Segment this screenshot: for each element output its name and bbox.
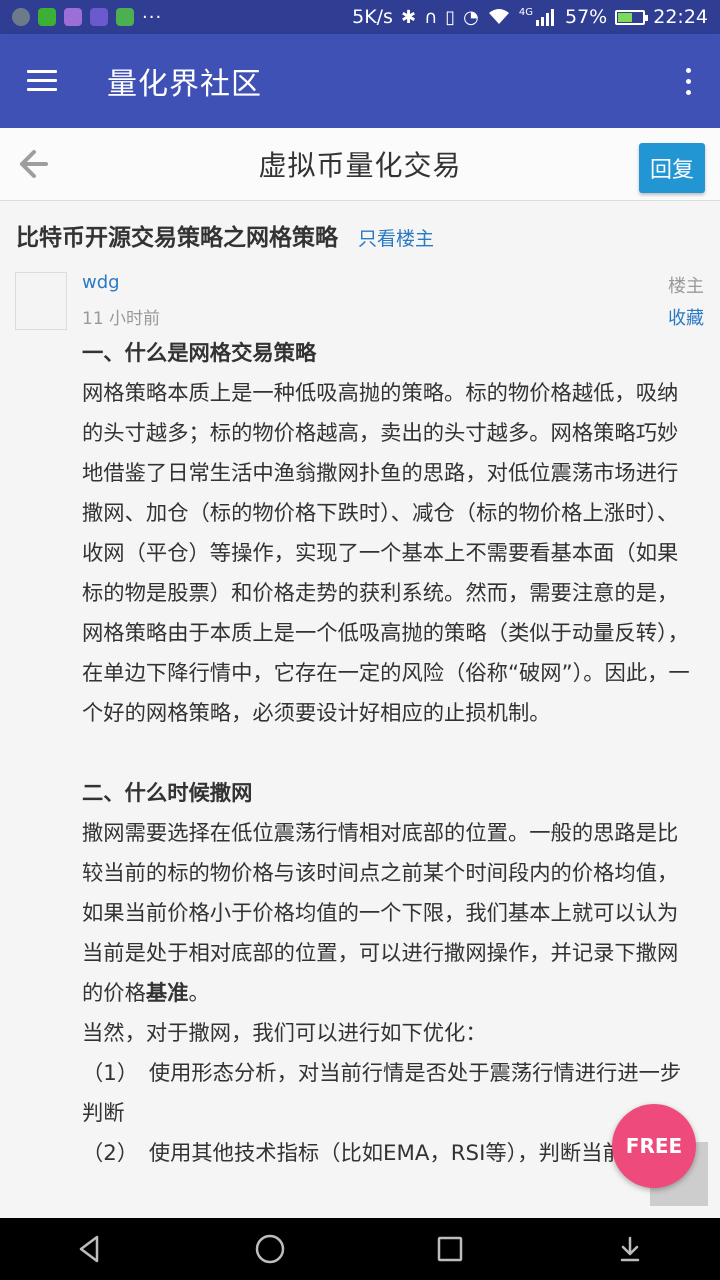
headphone-icon: ∩ xyxy=(424,6,438,28)
forum-title: 虚拟币量化交易 xyxy=(258,149,462,182)
network-type: 4G xyxy=(518,6,533,18)
menu-icon[interactable] xyxy=(27,70,57,92)
back-nav-icon[interactable] xyxy=(70,1229,110,1269)
battery-fill xyxy=(618,12,632,22)
bold-text: 基准 xyxy=(145,981,189,1006)
status-bar: ··· 5K/s ✱ ∩ ▯ ◔ 4G 57% 22:24 xyxy=(0,0,720,34)
paragraph-text: 。 xyxy=(188,981,210,1006)
op-badge: 楼主 xyxy=(668,276,704,297)
wechat-icon xyxy=(38,8,56,26)
gallery-icon xyxy=(64,8,82,26)
paragraph: 当然，对于撒网，我们可以进行如下优化： xyxy=(82,1021,487,1046)
status-indicators: 5K/s ✱ ∩ ▯ ◔ 4G 57% 22:24 xyxy=(352,6,708,28)
app-icon xyxy=(116,8,134,26)
avatar[interactable] xyxy=(15,272,67,330)
battery-icon xyxy=(615,9,649,25)
post-title: 比特币开源交易策略之网格策略 xyxy=(16,225,338,251)
app-notification-icon xyxy=(12,8,30,26)
alarm-icon: ◔ xyxy=(463,6,479,28)
paragraph-text: 撒网需要选择在低位震荡行情相对底部的位置。一般的思路是比较当前的标的物价格与该时… xyxy=(82,821,679,1006)
favorite-link[interactable]: 收藏 xyxy=(668,304,704,330)
post-body: 一、什么是网格交易策略 网格策略本质上是一种低吸高抛的策略。标的物价格越低，吸纳… xyxy=(82,334,698,1174)
section-heading: 二、什么时候撒网 xyxy=(82,781,253,806)
more-options-icon[interactable] xyxy=(686,68,692,96)
more-notifications-icon: ··· xyxy=(142,6,163,28)
status-notifications: ··· xyxy=(12,7,162,28)
paragraph: 网格策略本质上是一种低吸高抛的策略。标的物价格越低，吸纳的头寸越多；标的物价格越… xyxy=(82,381,690,726)
vibrate-icon: ▯ xyxy=(445,6,456,28)
battery-percent: 57% xyxy=(565,6,608,28)
video-icon xyxy=(90,8,108,26)
clock: 22:24 xyxy=(653,6,708,28)
post-time: 11 小时前 xyxy=(82,309,161,329)
signal-icon xyxy=(536,9,554,26)
screen: ··· 5K/s ✱ ∩ ▯ ◔ 4G 57% 22:24 量化界社区 虚拟币量… xyxy=(0,0,720,1280)
network-speed: 5K/s xyxy=(352,6,393,28)
recents-nav-icon[interactable] xyxy=(430,1229,470,1269)
list-item: （2） 使用其他技术指标（比如EMA，RSI等），判断当前是 xyxy=(82,1141,646,1166)
bluetooth-icon: ✱ xyxy=(400,6,417,28)
author-name[interactable]: wdg xyxy=(82,272,120,293)
navigation-bar xyxy=(0,1218,720,1280)
app-title: 量化界社区 xyxy=(107,67,262,102)
reply-button[interactable]: 回复 xyxy=(639,143,705,193)
wifi-icon xyxy=(488,9,509,24)
only-op-link[interactable]: 只看楼主 xyxy=(358,224,434,251)
back-arrow-icon[interactable] xyxy=(14,146,50,182)
home-nav-icon[interactable] xyxy=(250,1229,290,1269)
section-heading: 一、什么是网格交易策略 xyxy=(82,341,317,366)
list-item: （1） 使用形态分析，对当前行情是否处于震荡行情进行进一步判断 xyxy=(82,1061,682,1126)
post-title-row: 比特币开源交易策略之网格策略 只看楼主 xyxy=(16,218,434,252)
free-badge-button[interactable]: FREE xyxy=(612,1104,696,1188)
paragraph: 撒网需要选择在低位震荡行情相对底部的位置。一般的思路是比较当前的标的物价格与该时… xyxy=(82,814,698,1014)
forum-header: 虚拟币量化交易 回复 xyxy=(0,128,720,201)
notification-pulldown-icon[interactable] xyxy=(610,1229,650,1269)
app-bar: 量化界社区 xyxy=(0,34,720,128)
